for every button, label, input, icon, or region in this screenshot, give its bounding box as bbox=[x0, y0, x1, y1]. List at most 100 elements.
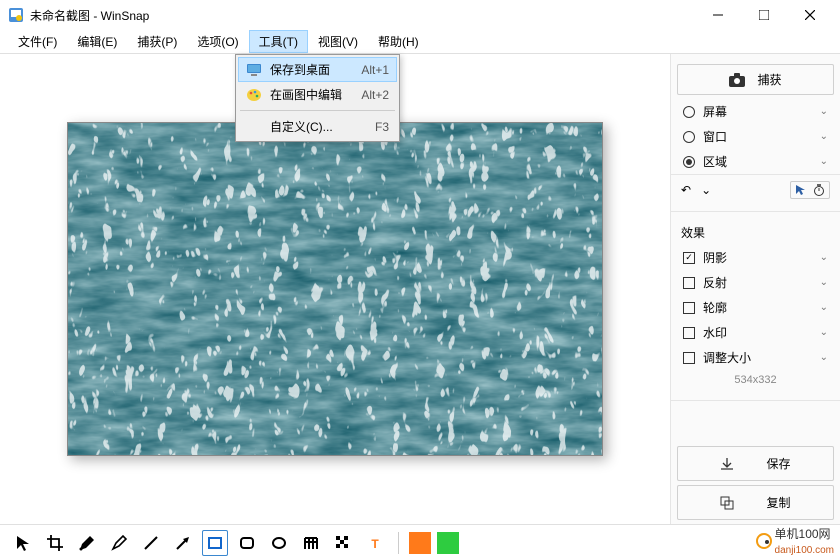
tool-line[interactable] bbox=[138, 530, 164, 556]
dropdown-item-shortcut: Alt+2 bbox=[361, 88, 389, 102]
pointer-icon[interactable] bbox=[795, 184, 807, 196]
checkbox-icon bbox=[683, 302, 695, 314]
panel-spacer bbox=[671, 401, 840, 442]
tool-arrow[interactable] bbox=[170, 530, 196, 556]
tools-dropdown: 保存到桌面 Alt+1 在画图中编辑 Alt+2 自定义(C)... F3 bbox=[235, 54, 400, 142]
menu-tools[interactable]: 工具(T) bbox=[249, 30, 308, 53]
effects-title: 效果 bbox=[671, 218, 840, 245]
menu-capture[interactable]: 捕获(P) bbox=[127, 30, 187, 53]
blank-icon bbox=[246, 119, 262, 135]
tool-crop[interactable] bbox=[42, 530, 68, 556]
menu-file[interactable]: 文件(F) bbox=[8, 30, 67, 53]
capture-opt-screen[interactable]: 屏幕⌄ bbox=[671, 99, 840, 124]
app-icon bbox=[8, 7, 24, 23]
opt-label: 水印 bbox=[703, 324, 820, 341]
radio-icon bbox=[683, 106, 695, 118]
tool-text[interactable]: T bbox=[362, 530, 388, 556]
maximize-button[interactable] bbox=[750, 5, 778, 25]
watermark-site: 单机100网 bbox=[775, 527, 831, 541]
svg-text:T: T bbox=[371, 537, 379, 551]
effect-resize[interactable]: 调整大小⌄ bbox=[671, 345, 840, 370]
effects-section: 效果 阴影⌄ 反射⌄ 轮廓⌄ 水印⌄ 调整大小⌄ 534x332 bbox=[671, 212, 840, 401]
checkbox-icon bbox=[683, 352, 695, 364]
window-controls bbox=[704, 5, 832, 25]
effect-outline[interactable]: 轮廓⌄ bbox=[671, 295, 840, 320]
watermark-logo-icon bbox=[756, 533, 772, 549]
capture-opt-window[interactable]: 窗口⌄ bbox=[671, 124, 840, 149]
capture-label: 捕获 bbox=[757, 71, 781, 88]
dropdown-item-shortcut: F3 bbox=[375, 120, 389, 134]
effect-reflection[interactable]: 反射⌄ bbox=[671, 270, 840, 295]
opt-label: 屏幕 bbox=[703, 103, 820, 120]
chevron-down-icon: ⌄ bbox=[820, 131, 828, 142]
window-title: 未命名截图 - WinSnap bbox=[30, 7, 704, 24]
menubar: 文件(F) 编辑(E) 捕获(P) 选项(O) 工具(T) 视图(V) 帮助(H… bbox=[0, 30, 840, 54]
chevron-down-icon: ⌄ bbox=[820, 302, 828, 313]
opt-label: 调整大小 bbox=[703, 349, 820, 366]
tool-pen[interactable] bbox=[74, 530, 100, 556]
dropdown-item-label: 在画图中编辑 bbox=[270, 86, 349, 103]
watermark: 单机100网 danji100.com bbox=[756, 525, 834, 556]
effect-watermark[interactable]: 水印⌄ bbox=[671, 320, 840, 345]
dropdown-edit-paint[interactable]: 在画图中编辑 Alt+2 bbox=[238, 82, 397, 107]
checkbox-icon bbox=[683, 327, 695, 339]
chevron-down-icon: ⌄ bbox=[820, 327, 828, 338]
dropdown-item-label: 自定义(C)... bbox=[270, 118, 363, 135]
dropdown-custom[interactable]: 自定义(C)... F3 bbox=[238, 114, 397, 139]
radio-icon bbox=[683, 156, 695, 168]
tool-blur[interactable] bbox=[298, 530, 324, 556]
tool-pixelate[interactable] bbox=[330, 530, 356, 556]
copy-icon bbox=[720, 496, 734, 510]
side-panel: 捕获 屏幕⌄ 窗口⌄ 区域⌄ ↶ ⌄ 效果 阴影⌄ 反射⌄ 轮廓⌄ 水印⌄ bbox=[670, 54, 840, 524]
canvas-frame[interactable] bbox=[67, 122, 603, 456]
opt-label: 阴影 bbox=[703, 249, 820, 266]
chevron-down-icon: ⌄ bbox=[820, 252, 828, 263]
save-label: 保存 bbox=[766, 455, 790, 472]
menu-options[interactable]: 选项(O) bbox=[187, 30, 248, 53]
opt-label: 轮廓 bbox=[703, 299, 820, 316]
tool-rounded-rect[interactable] bbox=[234, 530, 260, 556]
copy-button[interactable]: 复制 bbox=[677, 485, 834, 520]
chevron-down-icon: ⌄ bbox=[820, 156, 828, 167]
screenshot-image bbox=[68, 123, 602, 455]
effect-shadow[interactable]: 阴影⌄ bbox=[671, 245, 840, 270]
menu-help[interactable]: 帮助(H) bbox=[368, 30, 429, 53]
workspace: 捕获 屏幕⌄ 窗口⌄ 区域⌄ ↶ ⌄ 效果 阴影⌄ 反射⌄ 轮廓⌄ 水印⌄ bbox=[0, 54, 840, 524]
close-button[interactable] bbox=[796, 5, 824, 25]
chevron-down-icon: ⌄ bbox=[820, 352, 828, 363]
radio-icon bbox=[683, 131, 695, 143]
chevron-down-icon: ⌄ bbox=[820, 277, 828, 288]
minimize-button[interactable] bbox=[704, 5, 732, 25]
opt-label: 反射 bbox=[703, 274, 820, 291]
bottom-toolbar: T bbox=[0, 524, 840, 560]
dimensions-label: 534x332 bbox=[671, 370, 840, 394]
timer-icon[interactable] bbox=[813, 184, 825, 196]
copy-label: 复制 bbox=[766, 494, 790, 511]
tool-rect[interactable] bbox=[202, 530, 228, 556]
tool-highlighter[interactable] bbox=[106, 530, 132, 556]
checkbox-icon bbox=[683, 252, 695, 264]
capture-button[interactable]: 捕获 bbox=[677, 64, 834, 95]
titlebar: 未命名截图 - WinSnap bbox=[0, 0, 840, 30]
menu-edit[interactable]: 编辑(E) bbox=[67, 30, 127, 53]
watermark-domain: danji100.com bbox=[775, 545, 834, 556]
tool-ellipse[interactable] bbox=[266, 530, 292, 556]
save-button[interactable]: 保存 bbox=[677, 446, 834, 481]
undo-icon[interactable]: ↶ bbox=[681, 183, 691, 197]
opt-label: 区域 bbox=[703, 153, 820, 170]
dropdown-item-label: 保存到桌面 bbox=[270, 61, 349, 78]
chevron-down-icon[interactable]: ⌄ bbox=[701, 183, 711, 197]
dropdown-save-desktop[interactable]: 保存到桌面 Alt+1 bbox=[238, 57, 397, 82]
opt-label: 窗口 bbox=[703, 128, 820, 145]
chevron-down-icon: ⌄ bbox=[820, 106, 828, 117]
tool-pointer[interactable] bbox=[10, 530, 36, 556]
camera-icon bbox=[729, 73, 745, 87]
color-swatch-primary[interactable] bbox=[409, 532, 431, 554]
download-icon bbox=[720, 457, 734, 471]
checkbox-icon bbox=[683, 277, 695, 289]
dropdown-item-shortcut: Alt+1 bbox=[361, 63, 389, 77]
capture-opt-region[interactable]: 区域⌄ bbox=[671, 149, 840, 174]
menu-view[interactable]: 视图(V) bbox=[308, 30, 368, 53]
color-swatch-secondary[interactable] bbox=[437, 532, 459, 554]
dropdown-separator bbox=[240, 110, 395, 111]
